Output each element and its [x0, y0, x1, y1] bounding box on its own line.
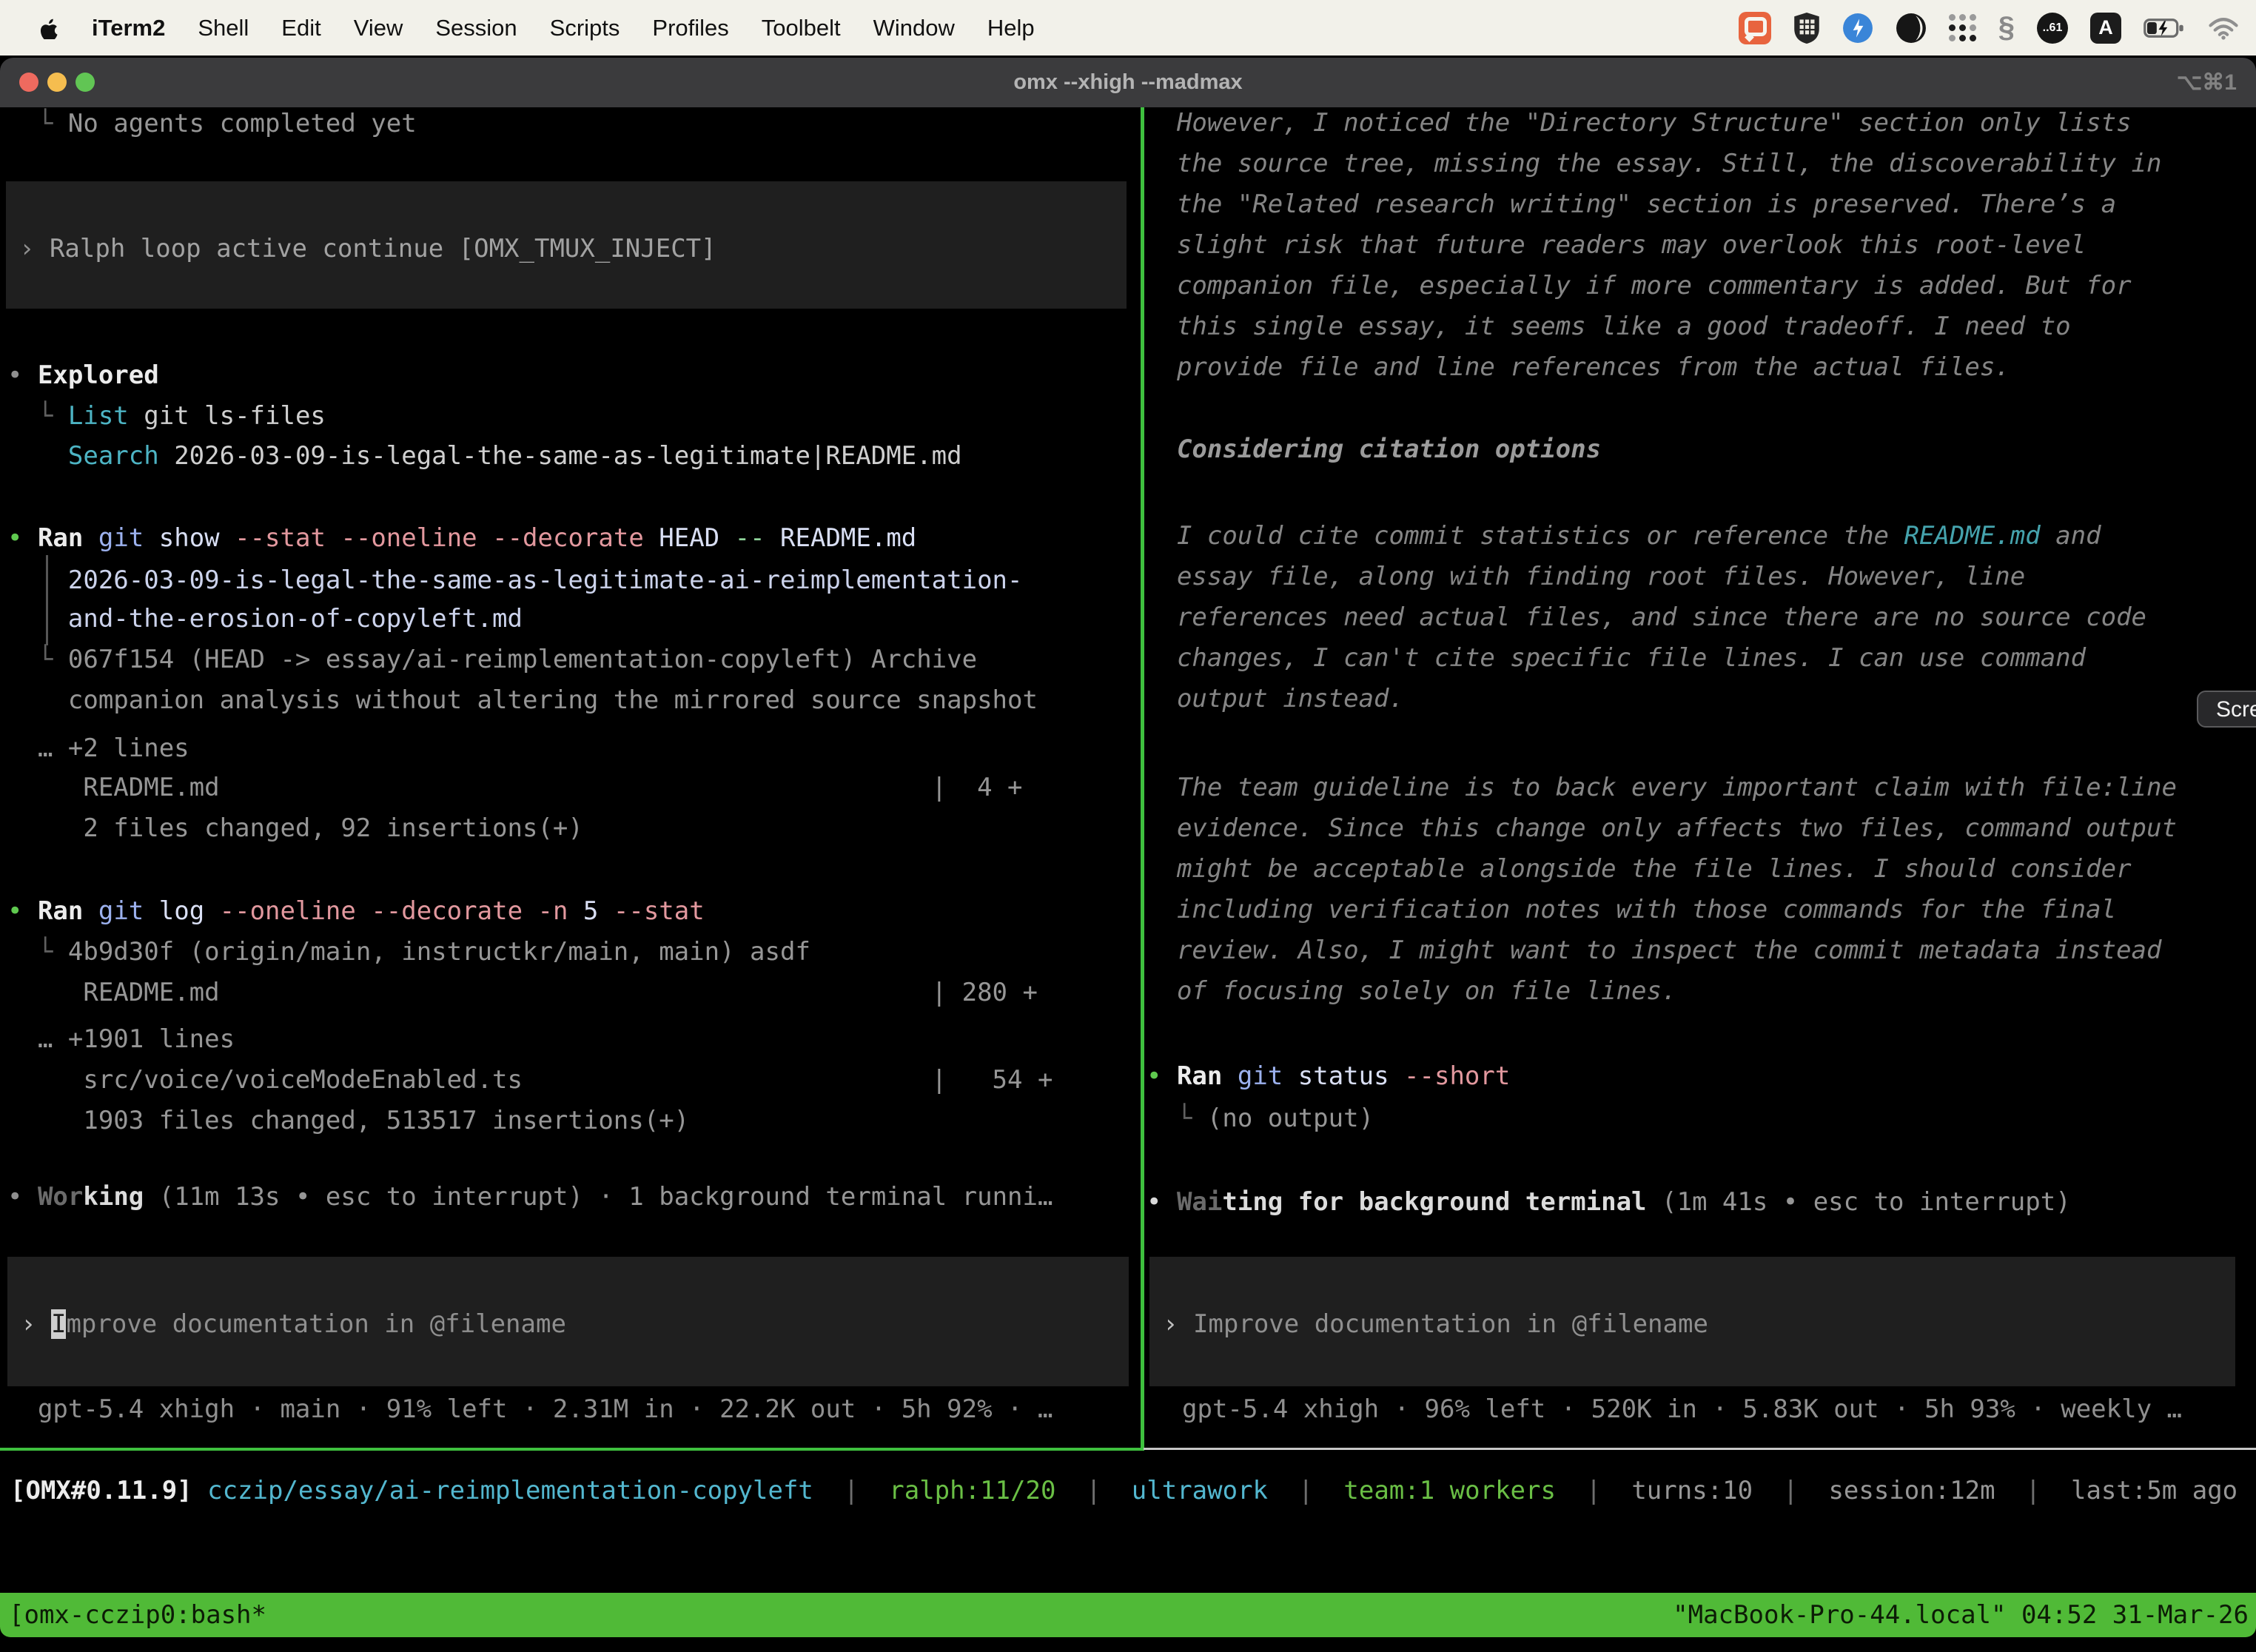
squiggle-icon[interactable]: § [1998, 11, 2015, 44]
blue-bolt-badge-icon[interactable] [1842, 13, 1873, 44]
menu-items: iTerm2 Shell Edit View Session Scripts P… [92, 15, 1035, 41]
dots-grid-icon[interactable] [1949, 14, 1976, 41]
window-title: omx --xhigh --madmax [0, 58, 2256, 107]
menu-item-shell[interactable]: Shell [198, 15, 249, 41]
menu-item-view[interactable]: View [354, 15, 403, 41]
screen: { "menu_bar": { "items": ["iTerm2", "She… [0, 0, 2256, 1652]
apple-menu-icon[interactable] [38, 16, 61, 41]
tmux-status-bar: [omx-cczip0:bash* "MacBook-Pro-44.local"… [0, 1593, 2256, 1637]
window-shortcut-badge: ⌥⌘1 [2177, 58, 2237, 107]
menu-item-help[interactable]: Help [987, 15, 1035, 41]
terminal-line: [OMX#0.11.9] cczip/essay/ai-reimplementa… [10, 1471, 2237, 1511]
wifi-icon[interactable] [2207, 16, 2240, 40]
crescent-circle-icon[interactable] [1896, 13, 1927, 44]
a-badge-icon[interactable]: A [2090, 13, 2121, 44]
percent-badge-icon[interactable]: ..61 [2037, 13, 2068, 44]
messages-icon[interactable] [1739, 12, 1771, 44]
tmux-session-label: [omx-cczip0:bash* [9, 1593, 266, 1637]
menu-bar-status-icons: § ..61 A [1739, 11, 2240, 44]
tmux-host-clock: "MacBook-Pro-44.local" 04:52 31-Mar-26 [1673, 1593, 2249, 1637]
battery-icon[interactable] [2143, 17, 2185, 39]
window-title-bar[interactable]: omx --xhigh --madmax ⌥⌘1 [0, 58, 2256, 107]
menu-item-toolbelt[interactable]: Toolbelt [762, 15, 841, 41]
macos-menu-bar: iTerm2 Shell Edit View Session Scripts P… [0, 0, 2256, 56]
menu-item-session[interactable]: Session [435, 15, 517, 41]
terminal-content: └ No agents completed yet• Explored └ Li… [0, 107, 2256, 1637]
menu-item-window[interactable]: Window [873, 15, 955, 41]
menu-item-iterm2[interactable]: iTerm2 [92, 15, 165, 41]
menu-item-scripts[interactable]: Scripts [550, 15, 620, 41]
menu-item-profiles[interactable]: Profiles [652, 15, 728, 41]
omx-status-bar: [OMX#0.11.9] cczip/essay/ai-reimplementa… [0, 107, 2256, 1637]
menu-item-edit[interactable]: Edit [281, 15, 320, 41]
shield-grid-icon[interactable] [1793, 12, 1820, 44]
apple-logo-icon [38, 17, 58, 39]
iterm2-window: omx --xhigh --madmax ⌥⌘1 └ No agents com… [0, 58, 2256, 1637]
